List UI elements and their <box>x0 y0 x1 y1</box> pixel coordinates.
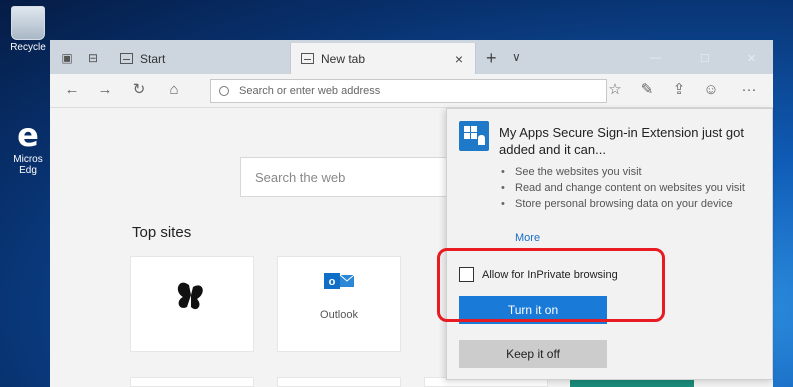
permission-item: See the websites you visit <box>501 165 762 180</box>
add-tab-icon[interactable]: + <box>486 48 497 69</box>
top-sites-heading: Top sites <box>132 224 192 241</box>
tab-bar: ▣ ⊟ Start New tab × + ∨ — ☐ ✕ <box>50 40 773 74</box>
outlook-icon: o <box>324 273 355 289</box>
tile-label: Outlook <box>320 309 358 321</box>
web-search-input[interactable]: Search the web <box>240 157 460 197</box>
tab-label: Start <box>140 51 166 66</box>
desktop-icon-label: Recycle <box>10 42 46 53</box>
permission-item: Read and change content on websites you … <box>501 181 762 196</box>
maximize-icon[interactable]: ☐ <box>700 52 710 65</box>
desktop-icon-label-line2: Edg <box>19 165 37 176</box>
desktop-icon-edge[interactable]: e Micros Edg <box>8 118 48 176</box>
permission-item: Store personal browsing data on your dev… <box>501 197 762 212</box>
extension-logo-icon <box>459 121 489 151</box>
tab-page-icon <box>120 53 133 64</box>
more-options-icon[interactable]: ··· <box>740 82 758 98</box>
forward-icon[interactable]: → <box>96 82 114 98</box>
minimize-icon[interactable]: — <box>650 52 661 64</box>
top-site-tile[interactable] <box>130 377 254 387</box>
tab-start[interactable]: Start <box>112 43 282 74</box>
annotation-highlight-box <box>437 248 665 322</box>
tab-label: New tab <box>321 51 366 66</box>
navigation-bar: ← → ↻ ⌂ Search or enter web address ☆ ✎ … <box>50 74 773 108</box>
share-icon[interactable]: ⇪ <box>670 82 688 98</box>
edge-icon: e <box>17 116 39 154</box>
home-icon[interactable]: ⌂ <box>165 82 183 98</box>
back-icon[interactable]: ← <box>63 82 81 98</box>
search-icon <box>219 86 229 96</box>
permission-list: See the websites you visit Read and chan… <box>501 165 762 213</box>
close-tab-icon[interactable]: × <box>455 51 463 67</box>
tab-page-icon <box>301 53 314 64</box>
chevron-down-icon[interactable]: ∨ <box>512 50 521 64</box>
desktop-icon-recycle-bin[interactable]: Recycle <box>8 6 48 53</box>
web-notes-icon[interactable]: ✎ <box>638 82 656 98</box>
close-window-icon[interactable]: ✕ <box>747 52 756 65</box>
butterfly-icon <box>177 282 203 310</box>
top-site-tile-outlook[interactable]: o Outlook <box>277 256 401 352</box>
keep-it-off-button[interactable]: Keep it off <box>459 340 607 368</box>
tab-preview-icon[interactable]: ▣ <box>60 51 74 65</box>
tab-new-tab[interactable]: New tab × <box>290 43 476 74</box>
set-tabs-aside-icon[interactable]: ⊟ <box>86 51 100 65</box>
favorites-icon[interactable]: ☆ <box>606 82 624 98</box>
refresh-icon[interactable]: ↻ <box>130 82 148 98</box>
address-placeholder: Search or enter web address <box>239 85 381 97</box>
svg-text:o: o <box>329 276 336 288</box>
more-link[interactable]: More <box>515 232 540 244</box>
recycle-bin-icon <box>11 6 45 40</box>
address-bar[interactable]: Search or enter web address <box>210 79 607 103</box>
top-site-tile[interactable] <box>130 256 254 352</box>
top-site-tile[interactable] <box>277 377 401 387</box>
desktop-icon-label: Micros <box>13 154 43 165</box>
popup-title: My Apps Secure Sign-in Extension just go… <box>499 125 744 157</box>
extension-added-popup: My Apps Secure Sign-in Extension just go… <box>446 108 773 380</box>
feedback-icon[interactable]: ☺ <box>702 82 720 98</box>
